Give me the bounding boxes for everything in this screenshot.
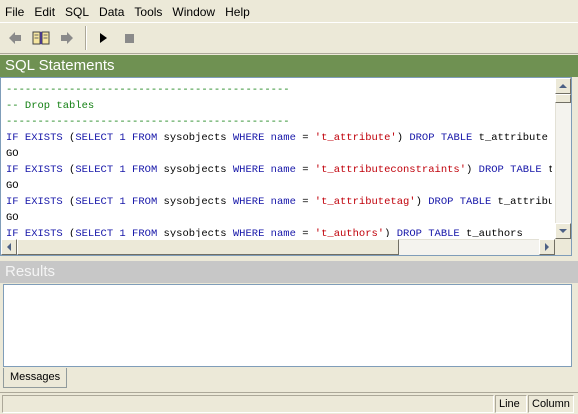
forward-button[interactable] xyxy=(55,26,79,50)
sql-comment: ----------------------------------------… xyxy=(6,116,290,128)
sql-text: sysobjects xyxy=(157,164,233,176)
arrow-left-icon xyxy=(7,243,11,251)
toolbar xyxy=(0,22,578,54)
sql-text: t_attribute xyxy=(472,132,548,144)
menu-tools[interactable]: Tools xyxy=(129,3,167,21)
status-bar: Line Column xyxy=(0,392,578,414)
back-button[interactable] xyxy=(3,26,27,50)
sql-string: 't_attribute' xyxy=(314,132,397,144)
sql-go: GO xyxy=(6,148,19,160)
sql-go: GO xyxy=(6,212,19,224)
code-line: IF EXISTS (SELECT 1 FROM sysobjects WHER… xyxy=(6,162,552,178)
code-line: GO xyxy=(6,146,552,162)
run-triangle-icon xyxy=(100,33,107,43)
vertical-scroll-thumb[interactable] xyxy=(555,94,571,103)
sql-text: ( xyxy=(62,164,76,176)
sql-keyword: WHERE name xyxy=(232,164,296,176)
sql-keyword: IF EXISTS xyxy=(6,132,63,144)
menu-file[interactable]: File xyxy=(0,3,29,21)
sql-editor[interactable]: ----------------------------------------… xyxy=(0,77,572,256)
menu-sql[interactable]: SQL xyxy=(60,3,94,21)
code-line: GO xyxy=(6,210,552,226)
sql-string: 't_attributetag' xyxy=(314,196,416,208)
sql-keyword: DROP TABLE xyxy=(421,196,492,208)
sql-keyword: SELECT 1 FROM xyxy=(75,196,158,208)
tab-messages[interactable]: Messages xyxy=(3,368,68,388)
sql-text: t_attributeconstraints xyxy=(542,164,552,176)
sql-keyword: WHERE name xyxy=(232,196,296,208)
sql-text: = xyxy=(295,228,315,237)
menu-data[interactable]: Data xyxy=(94,3,129,21)
sql-text: = xyxy=(295,132,315,144)
open-book-button[interactable] xyxy=(29,26,53,50)
sql-text: = xyxy=(295,164,315,176)
vertical-scrollbar[interactable] xyxy=(555,78,571,239)
toolbar-separator xyxy=(85,26,87,50)
sql-comment: -- Drop tables xyxy=(6,100,95,112)
scroll-down-button[interactable] xyxy=(555,223,571,239)
status-main xyxy=(2,395,494,413)
results-header: Results xyxy=(0,261,578,283)
scrollbar-corner xyxy=(555,239,571,255)
sql-keyword: IF EXISTS xyxy=(6,228,63,237)
sql-keyword: IF EXISTS xyxy=(6,196,63,208)
scroll-left-button[interactable] xyxy=(1,239,17,255)
menu-help[interactable]: Help xyxy=(220,3,255,21)
stop-square-icon xyxy=(125,34,134,43)
scroll-up-button[interactable] xyxy=(555,78,571,94)
menu-window[interactable]: Window xyxy=(167,3,220,21)
sql-text: t_attributetag xyxy=(497,196,552,208)
sql-keyword: SELECT 1 FROM xyxy=(75,132,158,144)
sql-go: GO xyxy=(6,180,19,192)
back-arrow-icon xyxy=(9,32,21,44)
scroll-right-button[interactable] xyxy=(539,239,555,255)
sql-text: sysobjects xyxy=(157,228,233,237)
sql-code-area[interactable]: ----------------------------------------… xyxy=(6,82,552,237)
status-column: Column xyxy=(528,395,574,413)
forward-arrow-icon xyxy=(61,32,73,44)
menu-bar: File Edit SQL Data Tools Window Help xyxy=(0,2,578,22)
book-icon xyxy=(32,31,50,45)
sql-keyword: WHERE name xyxy=(232,132,296,144)
code-line: GO xyxy=(6,178,552,194)
sql-text: t_authors xyxy=(459,228,523,237)
sql-keyword: DROP TABLE xyxy=(403,132,473,144)
result-tabs: Messages xyxy=(0,367,578,389)
sql-comment: ----------------------------------------… xyxy=(6,84,290,96)
horizontal-scroll-thumb[interactable] xyxy=(17,239,399,255)
code-line: IF EXISTS (SELECT 1 FROM sysobjects WHER… xyxy=(6,194,552,210)
sql-keyword: IF EXISTS xyxy=(6,164,63,176)
code-line: ----------------------------------------… xyxy=(6,114,552,130)
sql-text: ( xyxy=(62,196,76,208)
status-line: Line xyxy=(495,395,527,413)
sql-text: ( xyxy=(62,132,76,144)
results-area[interactable] xyxy=(3,284,572,367)
sql-string: 't_attributeconstraints' xyxy=(314,164,467,176)
sql-keyword: DROP TABLE xyxy=(472,164,542,176)
horizontal-scrollbar[interactable] xyxy=(1,239,555,255)
stop-button[interactable] xyxy=(117,26,141,50)
arrow-down-icon xyxy=(559,229,567,233)
sql-keyword: WHERE name xyxy=(232,228,296,237)
sql-text: sysobjects xyxy=(157,132,233,144)
execute-button[interactable] xyxy=(91,26,115,50)
arrow-up-icon xyxy=(559,84,567,88)
menu-edit[interactable]: Edit xyxy=(29,3,60,21)
sql-string: 't_authors' xyxy=(314,228,385,237)
sql-statements-header: SQL Statements xyxy=(0,55,578,77)
sql-keyword: SELECT 1 FROM xyxy=(75,228,158,237)
code-line: IF EXISTS (SELECT 1 FROM sysobjects WHER… xyxy=(6,130,552,146)
code-line: -- Drop tables xyxy=(6,98,552,114)
sql-text: ( xyxy=(62,228,76,237)
arrow-right-icon xyxy=(545,243,549,251)
sql-keyword: SELECT 1 FROM xyxy=(75,164,158,176)
code-line: IF EXISTS (SELECT 1 FROM sysobjects WHER… xyxy=(6,226,552,237)
sql-text: = xyxy=(295,196,315,208)
sql-keyword: DROP TABLE xyxy=(390,228,460,237)
code-line: ----------------------------------------… xyxy=(6,82,552,98)
sql-text: sysobjects xyxy=(157,196,233,208)
